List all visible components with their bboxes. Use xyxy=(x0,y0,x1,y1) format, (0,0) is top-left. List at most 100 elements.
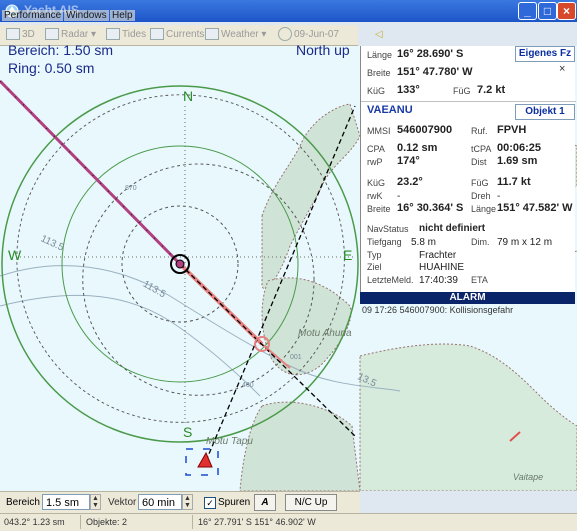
tool-weather[interactable]: Weather ▾ xyxy=(205,27,266,43)
dist-label: Dist xyxy=(471,157,487,167)
info-panel: Länge 16° 28.690' S Eigenes Fz × Breite … xyxy=(360,46,576,303)
vektor-label: Vektor xyxy=(108,497,137,508)
dreh-label: Dreh xyxy=(471,191,491,201)
breite-label: Breite xyxy=(367,204,391,214)
menu-performance[interactable]: Performance xyxy=(2,10,64,21)
vektor-input[interactable]: 60 min xyxy=(138,494,182,510)
tcpa-label: tCPA xyxy=(471,144,492,154)
menu-help[interactable]: Help xyxy=(110,10,135,21)
alarm-entry[interactable]: 09 17:26 546007900: Kollisionsgefahr xyxy=(362,305,513,315)
own-kug-value: 133° xyxy=(397,84,420,96)
menu-windows[interactable]: Windows xyxy=(64,10,109,21)
ruf-label: Ruf. xyxy=(471,126,488,136)
mmsi-value: 546007900 xyxy=(397,124,453,136)
tiefgang-value: 5.8 m xyxy=(411,237,437,248)
bereich-input[interactable]: 1.5 sm xyxy=(42,494,90,510)
ring-label: Ring: 0.50 sm xyxy=(8,60,95,76)
divider xyxy=(361,101,576,102)
maximize-button[interactable]: □ xyxy=(538,2,557,20)
north-up-button[interactable]: N/C Up xyxy=(285,494,337,511)
rwp-label: rwP xyxy=(367,157,383,167)
rwk-label: rwK xyxy=(367,191,383,201)
clock-icon xyxy=(278,27,292,42)
breite-value: 16° 30.364' S xyxy=(397,202,464,214)
depth-label: 870 xyxy=(125,185,137,192)
orientation-label: North up xyxy=(296,42,350,58)
tool-tides[interactable]: Tides xyxy=(106,27,146,43)
dreh-value: - xyxy=(497,191,501,202)
depth-label: 400 xyxy=(242,382,254,389)
eta-label: ETA xyxy=(471,275,488,285)
ziel-label: Ziel xyxy=(367,262,382,272)
alarm-header: ALARM xyxy=(360,292,575,304)
separator xyxy=(192,515,193,529)
weather-icon xyxy=(205,28,219,41)
compass-east: E xyxy=(343,247,353,263)
tab-objekt-1[interactable]: Objekt 1 xyxy=(515,104,575,120)
tool-currents[interactable]: Currents xyxy=(150,27,204,43)
bereich-spinner[interactable]: ▲ ▼ xyxy=(90,494,101,510)
tool-datetime[interactable]: 09-Jun-07 17:40 ▾ xyxy=(278,27,358,56)
tool-play[interactable]: ◁ ▾ ▷ ▾ xyxy=(375,27,383,88)
panel-close-icon[interactable]: × xyxy=(559,63,565,75)
letzte-label: LetzteMeld. xyxy=(367,275,414,285)
spuren-label: Spuren xyxy=(218,497,251,508)
typ-label: Typ xyxy=(367,250,382,260)
bereich-label: Bereich xyxy=(6,497,40,508)
navstatus-value: nicht definiert xyxy=(419,223,486,234)
status-bearing-dist: 043.2° 1.23 sm xyxy=(4,517,65,527)
tiefgang-label: Tiefgang xyxy=(367,237,402,247)
minimize-button[interactable]: _ xyxy=(518,2,537,20)
vektor-spinner[interactable]: ▲ ▼ xyxy=(182,494,193,510)
kug-label: KüG xyxy=(367,178,386,188)
status-bar: 043.2° 1.23 sm Objekte: 2 16° 27.791' S … xyxy=(0,513,577,531)
place-label: Motu Ahuna xyxy=(298,328,352,339)
dist-value: 1.69 sm xyxy=(497,155,538,167)
tcpa-value: 00:06:25 xyxy=(497,142,542,154)
font-a-button[interactable]: A xyxy=(254,494,276,511)
own-fug-label: FüG xyxy=(453,86,471,96)
own-kug-label: KüG xyxy=(367,86,386,96)
place-label: Vaitape xyxy=(513,472,544,482)
own-laenge-value: 16° 28.690' S xyxy=(397,48,464,60)
target-name: VAEANU xyxy=(367,104,413,116)
depth-label: 001 xyxy=(290,354,302,361)
range-label: Bereich: 1.50 sm xyxy=(8,42,114,58)
own-breite-label: Breite xyxy=(367,68,391,78)
fug-value: 11.7 kt xyxy=(497,176,531,188)
cpa-label: CPA xyxy=(367,144,385,154)
own-laenge-label: Länge xyxy=(367,50,393,60)
menu-bar: Performance Windows Help xyxy=(0,10,150,24)
status-position: 16° 27.791' S 151° 46.902' W xyxy=(198,517,316,527)
navstatus-label: NavStatus xyxy=(367,224,409,234)
compass-west: W xyxy=(8,247,22,263)
own-fug-value: 7.2 kt xyxy=(477,84,506,96)
spuren-checkbox[interactable]: ✓ xyxy=(204,497,216,509)
control-bar: Bereich 1.5 sm ▲ ▼ Vektor 60 min ▲ ▼ ✓ Spu… xyxy=(0,491,360,514)
laenge-value: 151° 47.582' W xyxy=(497,202,573,214)
compass-north: N xyxy=(183,88,194,104)
status-objekte: Objekte: 2 xyxy=(86,517,128,527)
ruf-value: FPVH xyxy=(497,124,527,136)
radar-icon xyxy=(45,28,59,41)
tool-radar[interactable]: Radar ▾ xyxy=(45,27,96,43)
rwk-value: - xyxy=(397,191,401,202)
typ-value: Frachter xyxy=(419,250,457,261)
ziel-value: HUAHINE xyxy=(419,262,465,273)
place-label: Motu Tapu xyxy=(206,436,253,447)
separator xyxy=(80,515,81,529)
tab-eigenes-fz[interactable]: Eigenes Fz xyxy=(515,46,575,62)
current-icon xyxy=(150,28,164,41)
kug-value: 23.2° xyxy=(397,176,423,188)
rwp-value: 174° xyxy=(397,155,420,167)
mmsi-label: MMSI xyxy=(367,126,391,136)
fug-label: FüG xyxy=(471,178,489,188)
cpa-value: 0.12 sm xyxy=(397,142,438,154)
tool-3d[interactable]: 3D xyxy=(6,27,35,43)
laenge-label: Länge xyxy=(471,204,497,214)
dim-value: 79 m x 12 m xyxy=(497,237,553,248)
close-button[interactable]: × xyxy=(557,2,576,20)
tide-icon xyxy=(106,28,120,41)
letzte-value: 17:40:39 xyxy=(419,275,458,286)
own-breite-value: 151° 47.780' W xyxy=(397,66,473,78)
